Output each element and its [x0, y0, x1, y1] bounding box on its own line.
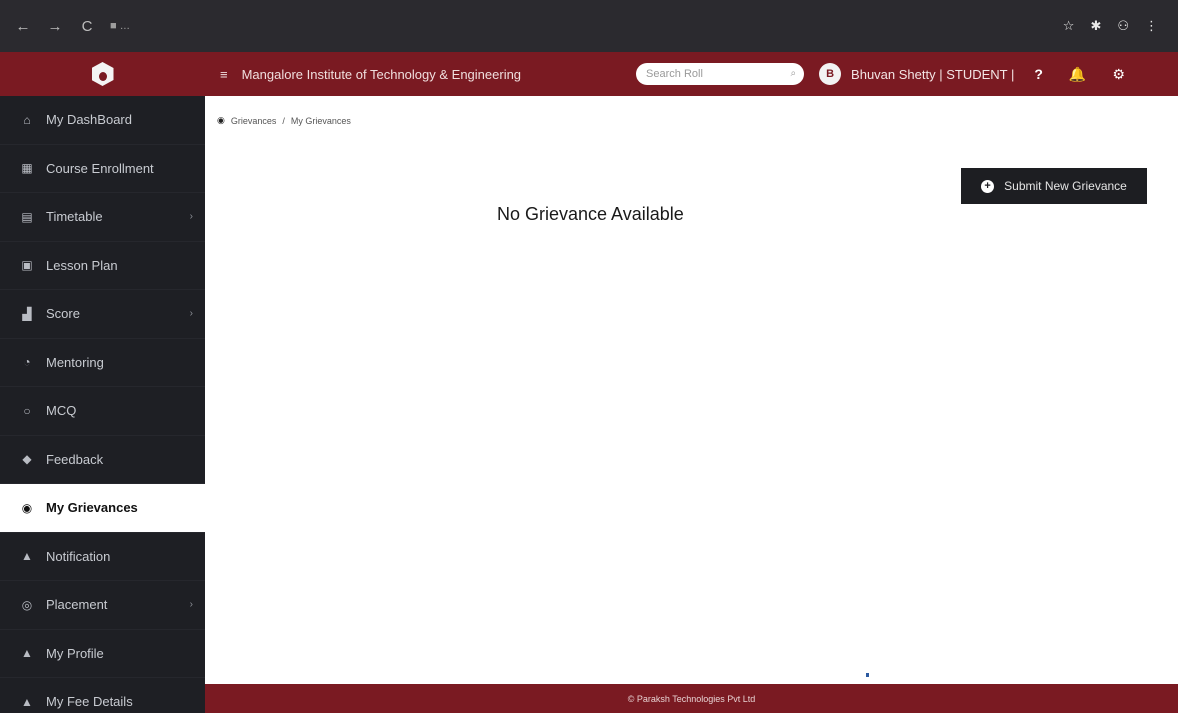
fee-icon: ▲: [21, 694, 33, 709]
feedback-icon: ◆: [22, 452, 32, 467]
header-actions: ? 🔔 ⚙: [1034, 66, 1125, 83]
submit-new-grievance-button[interactable]: + Submit New Grievance: [961, 168, 1147, 204]
sidebar-item-label: My DashBoard: [46, 112, 132, 128]
browser-toolbar: ← → C ■ ... ☆ ✱ ⚇ ⋮: [0, 0, 1178, 52]
back-icon[interactable]: ←: [14, 18, 32, 35]
sidebar-item-label: My Profile: [46, 645, 104, 661]
help-icon[interactable]: ?: [1034, 66, 1043, 82]
browser-menu-icon[interactable]: ⋮: [1145, 18, 1158, 34]
forward-icon[interactable]: →: [46, 18, 64, 35]
calendar-icon: ▦: [21, 161, 33, 176]
reload-icon[interactable]: C: [78, 18, 96, 35]
cursor-mark: [866, 673, 869, 677]
sidebar-item-my-grievances[interactable]: ◉ My Grievances: [0, 484, 205, 533]
sidebar-item-notification[interactable]: ▲ Notification: [0, 533, 205, 581]
sidebar-item-label: MCQ: [46, 403, 77, 419]
sidebar-item-label: Notification: [46, 548, 111, 564]
sidebar-item-label: Mentoring: [46, 354, 104, 370]
timetable-icon: ▤: [21, 209, 33, 224]
sidebar-item-label: Course Enrollment: [46, 160, 154, 176]
footer: © Paraksh Technologies Pvt Ltd: [205, 684, 1178, 713]
sidebar-item-score[interactable]: ▟ Score ›: [0, 290, 205, 339]
search-icon: ⌕: [790, 68, 797, 79]
menu-toggle-icon[interactable]: ≡: [220, 67, 228, 82]
extension-icon[interactable]: ✱: [1090, 18, 1101, 34]
sidebar-item-timetable[interactable]: ▤ Timetable ›: [0, 193, 205, 242]
sidebar-item-label: Timetable: [46, 209, 103, 225]
sidebar-item-label: My Fee Details: [46, 694, 133, 710]
college-name: Mangalore Institute of Technology & Engi…: [241, 66, 522, 82]
breadcrumb-item: My Grievances: [290, 115, 351, 126]
sidebar-item-mcq[interactable]: ○ MCQ: [0, 387, 205, 436]
user-icon: ▲: [21, 646, 33, 661]
sidebar-item-label: Score: [46, 306, 80, 322]
sidebar-item-course-enrollment[interactable]: ▦ Course Enrollment: [0, 145, 205, 193]
breadcrumb-separator: /: [282, 115, 285, 126]
sidebar-item-fee-details[interactable]: ▲ My Fee Details: [0, 678, 205, 713]
sidebar-item-mentoring[interactable]: ◔ Mentoring: [0, 339, 205, 387]
app-logo[interactable]: [0, 52, 205, 96]
submit-button-label: Submit New Grievance: [1004, 179, 1127, 193]
mcq-icon: ○: [23, 403, 31, 418]
sidebar-item-label: Feedback: [46, 451, 104, 467]
address-bar[interactable]: ■ ...: [110, 20, 1049, 32]
user-name[interactable]: Bhuvan Shetty | STUDENT |: [851, 67, 1014, 82]
chevron-right-icon: ›: [189, 308, 193, 320]
sidebar-item-lesson-plan[interactable]: ▣ Lesson Plan: [0, 242, 205, 290]
grievance-icon: ◉: [21, 500, 33, 515]
sidebar-item-label: My Grievances: [46, 500, 138, 516]
notification-bell-icon[interactable]: 🔔: [1069, 66, 1086, 83]
score-icon: ▟: [22, 306, 32, 321]
chevron-right-icon: ›: [189, 211, 193, 223]
breadcrumb-item[interactable]: Grievances: [231, 116, 277, 126]
main-content: ◉ Grievances / My Grievances + Submit Ne…: [205, 96, 1178, 684]
browser-extensions: ☆ ✱ ⚇ ⋮: [1063, 18, 1158, 34]
sidebar-item-my-profile[interactable]: ▲ My Profile: [0, 630, 205, 678]
settings-icon[interactable]: ⚙: [1112, 66, 1125, 83]
chevron-right-icon: ›: [189, 599, 193, 611]
breadcrumb: ◉ Grievances / My Grievances: [217, 115, 351, 126]
sidebar-item-label: Placement: [46, 597, 108, 613]
plus-circle-icon: +: [981, 179, 995, 193]
dashboard-icon: ⌂: [23, 112, 31, 127]
profile-icon[interactable]: ⚇: [1117, 18, 1129, 34]
mentoring-icon: ◔: [23, 355, 31, 370]
sidebar-item-placement[interactable]: ◎ Placement ›: [0, 581, 205, 630]
grievance-icon: ◉: [217, 115, 225, 125]
sidebar: ⌂ My DashBoard ▦ Course Enrollment ▤ Tim…: [0, 96, 205, 713]
placement-icon: ◎: [21, 597, 33, 612]
bookmark-star-icon[interactable]: ☆: [1063, 18, 1075, 34]
sidebar-item-dashboard[interactable]: ⌂ My DashBoard: [0, 96, 205, 145]
app-header: ≡ Mangalore Institute of Technology & En…: [0, 52, 1178, 96]
avatar[interactable]: B: [819, 63, 842, 85]
sidebar-item-feedback[interactable]: ◆ Feedback: [0, 436, 205, 484]
empty-state-message: No Grievance Available: [497, 204, 684, 224]
logo-icon: [91, 62, 114, 86]
search-input[interactable]: [636, 63, 805, 85]
sidebar-item-label: Lesson Plan: [46, 257, 118, 273]
bell-icon: ▲: [21, 549, 33, 564]
lesson-plan-icon: ▣: [21, 258, 33, 273]
search-box: ⌕: [636, 63, 805, 85]
